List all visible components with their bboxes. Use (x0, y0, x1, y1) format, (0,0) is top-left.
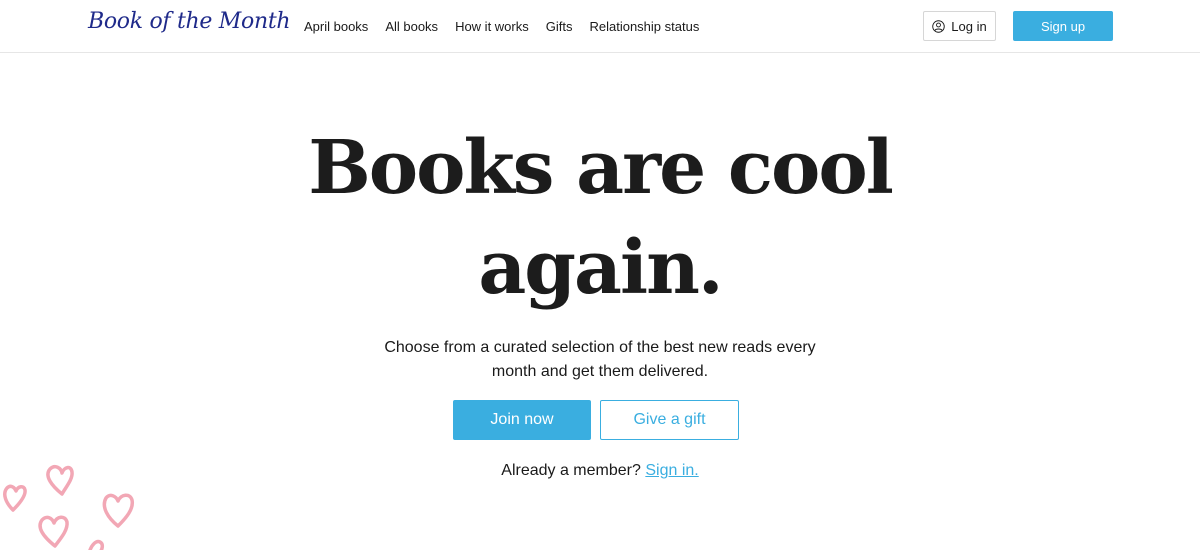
signup-button[interactable]: Sign up (1013, 11, 1113, 41)
nav-april-books[interactable]: April books (304, 19, 368, 34)
nav-how-it-works[interactable]: How it works (455, 19, 529, 34)
hero-title: Books are cool again. (200, 118, 1000, 318)
give-gift-button[interactable]: Give a gift (600, 400, 739, 440)
member-prompt: Already a member? (501, 462, 641, 479)
user-circle-icon (932, 19, 946, 33)
join-now-button[interactable]: Join now (453, 400, 591, 440)
login-button[interactable]: Log in (923, 11, 996, 41)
hearts-doodle-icon (3, 465, 135, 550)
login-label: Log in (951, 18, 987, 34)
nav-relationship-status[interactable]: Relationship status (589, 19, 699, 34)
main-nav: April books All books How it works Gifts… (304, 0, 716, 53)
signin-link[interactable]: Sign in. (645, 462, 698, 479)
member-signin-line: Already a member? Sign in. (380, 462, 820, 480)
hero-title-line2: again. (478, 225, 723, 311)
logo[interactable]: Book of the Month (88, 9, 291, 34)
hero-title-line1: Books are cool (308, 125, 894, 211)
site-header: Book of the Month April books All books … (0, 0, 1200, 53)
nav-all-books[interactable]: All books (385, 19, 438, 34)
hero-subtitle: Choose from a curated selection of the b… (384, 339, 816, 380)
nav-gifts[interactable]: Gifts (546, 19, 573, 34)
